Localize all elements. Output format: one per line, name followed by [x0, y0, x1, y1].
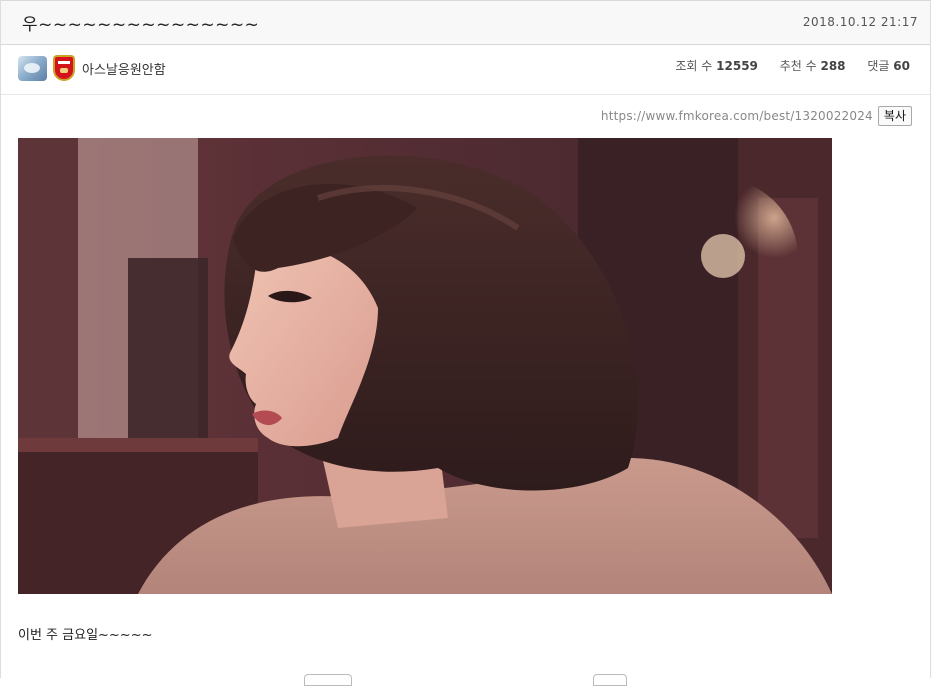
post-stats: 조회 수 12559 추천 수 288 댓글 60: [657, 57, 910, 74]
author-name[interactable]: 아스날응원안함: [82, 59, 166, 78]
post-container: 우~~~~~~~~~~~~~~~ 2018.10.12 21:17 아스날응원안…: [0, 0, 931, 686]
post-body-text: 이번 주 금요일~~~~~: [18, 628, 153, 643]
arsenal-badge-icon: [53, 55, 75, 81]
comments-stat[interactable]: 댓글 60: [867, 59, 910, 73]
share-url-row: https://www.fmkorea.com/best/1320022024 …: [601, 106, 912, 126]
views-count: 12559: [716, 59, 758, 73]
post-title: 우~~~~~~~~~~~~~~~: [22, 15, 260, 35]
author-row: 아스날응원안함 조회 수 12559 추천 수 288 댓글 60: [1, 45, 930, 95]
likes-count: 288: [820, 59, 846, 73]
views-stat: 조회 수 12559: [675, 59, 761, 73]
likes-stat: 추천 수 288: [780, 59, 850, 73]
likes-label: 추천 수: [779, 59, 817, 73]
upvote-button[interactable]: [304, 674, 352, 686]
downvote-button[interactable]: [593, 674, 627, 686]
comments-label: 댓글: [867, 59, 890, 73]
post-date: 2018.10.12 21:17: [802, 15, 918, 29]
member-level-icon: [18, 56, 47, 81]
post-header: 우~~~~~~~~~~~~~~~ 2018.10.12 21:17: [1, 0, 930, 45]
copy-url-button[interactable]: 복사: [877, 106, 912, 126]
comments-count: 60: [893, 59, 910, 73]
post-url[interactable]: https://www.fmkorea.com/best/1320022024: [601, 109, 873, 123]
views-label: 조회 수: [675, 59, 713, 73]
post-image: [18, 138, 832, 594]
